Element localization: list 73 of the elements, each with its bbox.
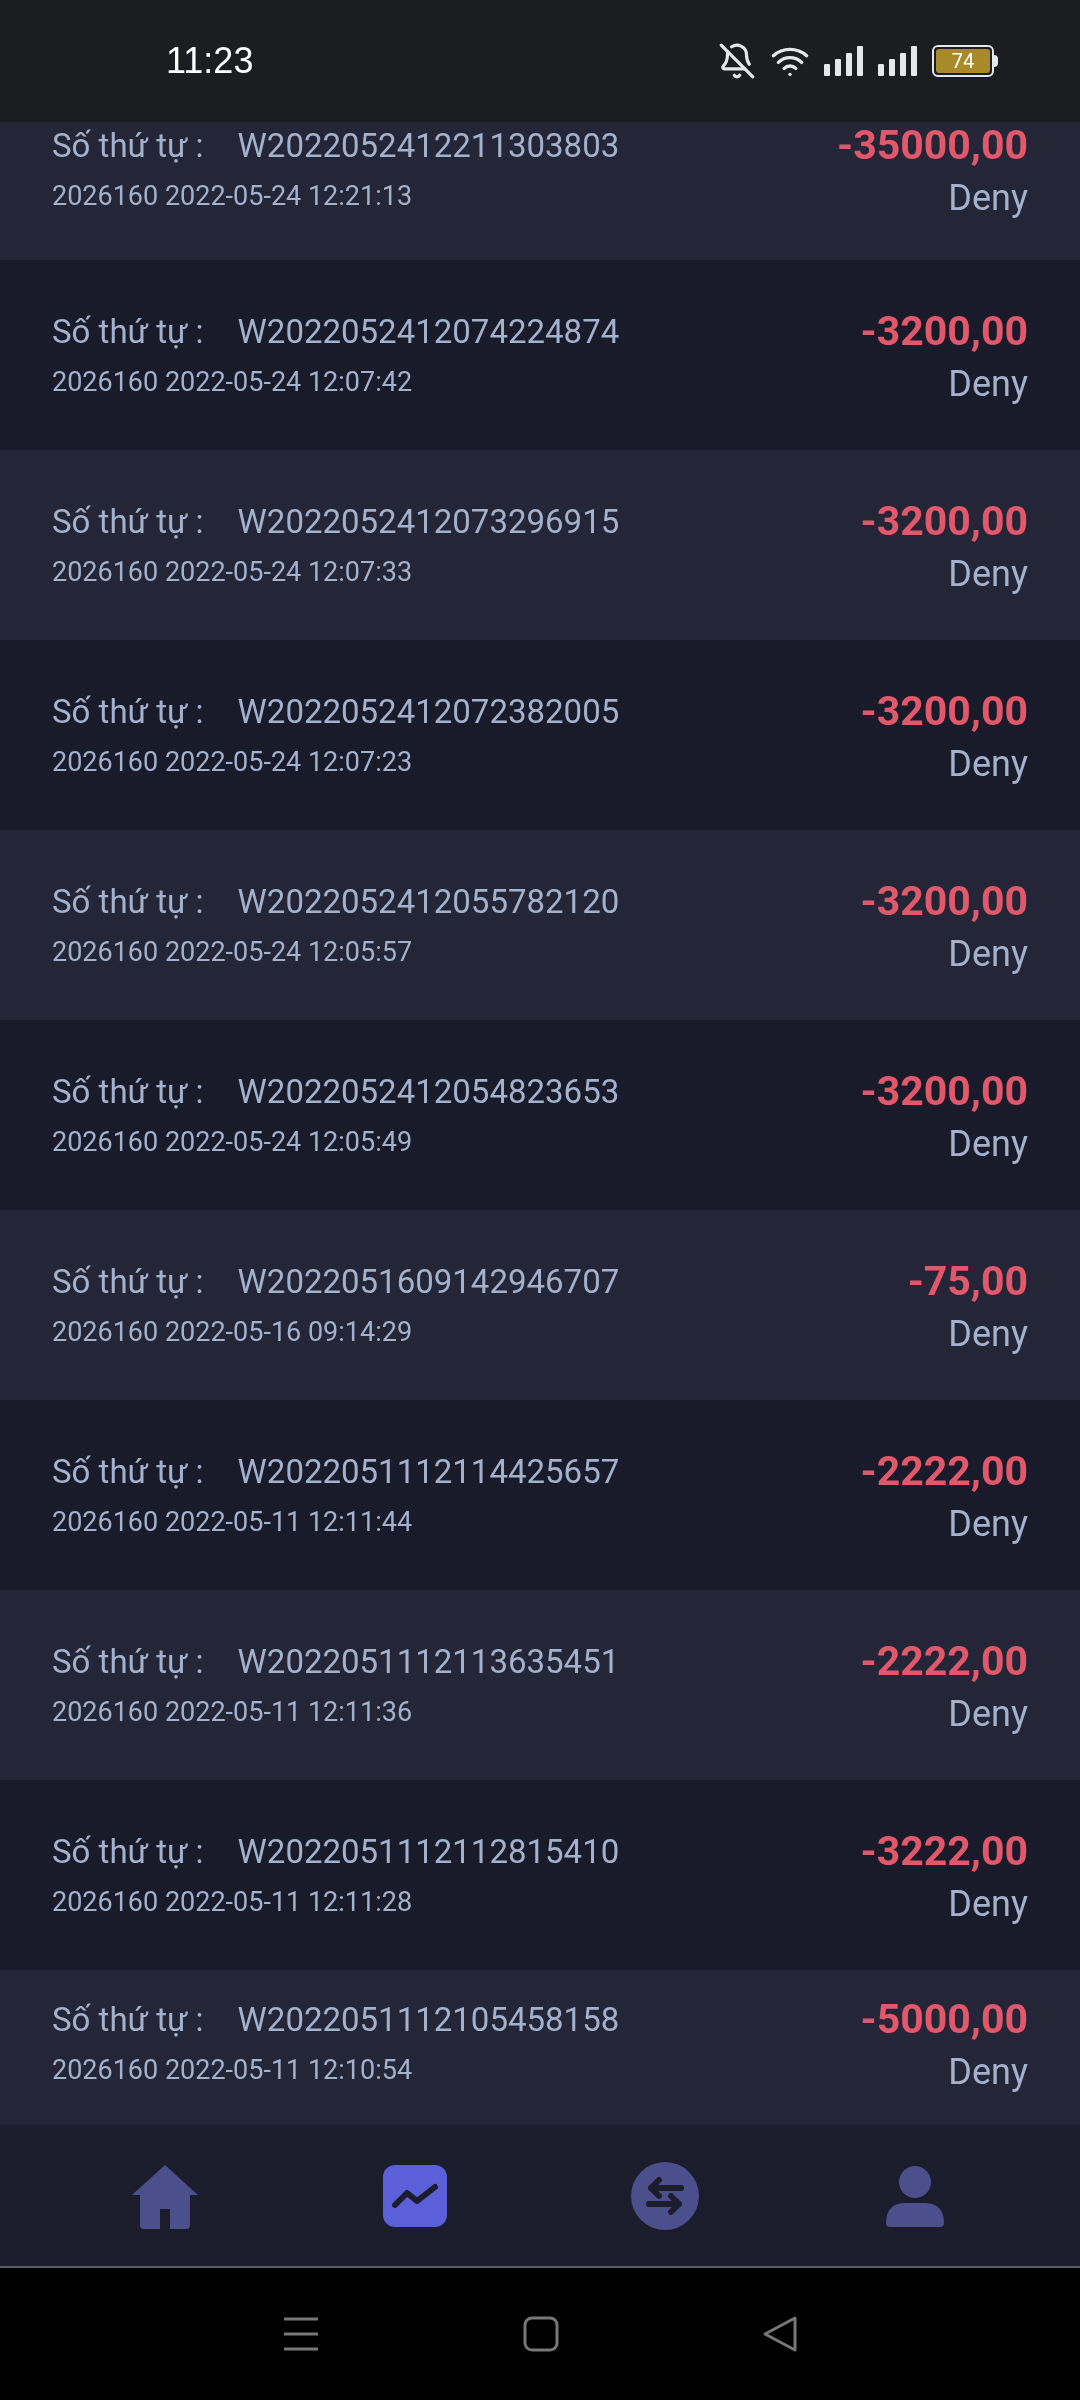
order-label: Số thứ tự : [52,882,204,922]
home-button-icon[interactable] [523,2316,559,2352]
transaction-amount: -3222,00 [860,1826,1028,1876]
transaction-time: 2026160 2022-05-24 12:05:49 [52,1126,414,1158]
order-label: Số thứ tự : [52,312,204,352]
order-label: Số thứ tự : [52,2000,204,2040]
transaction-row[interactable]: Số thứ tự : W2022052412211303803 2026160 2022-05-24 12:21:13 -35000,00 Deny [0,122,1080,260]
chart-icon[interactable] [383,2164,447,2227]
order-label: Số thứ tự : [52,1072,204,1112]
order-number: W2022052412054823653 [237,1072,620,1112]
order-label: Số thứ tự : [52,502,204,542]
transaction-status: Deny [948,1312,1028,1356]
transaction-time: 2026160 2022-05-11 12:11:28 [52,1886,414,1918]
transaction-time: 2026160 2022-05-24 12:07:42 [52,366,414,398]
order-number: W2022051609142946707 [237,1262,620,1302]
profile-icon[interactable] [886,2164,944,2227]
transaction-time: 2026160 2022-05-24 12:07:23 [52,746,414,778]
order-label: Số thứ tự : [52,692,204,732]
battery-level: 74 [951,51,975,71]
order-label: Số thứ tự : [52,126,204,166]
order-label: Số thứ tự : [52,1452,204,1492]
transaction-amount: -5000,00 [860,1994,1028,2044]
order-number: W2022052412055782120 [237,882,620,922]
order-number: W2022052412074224874 [237,312,620,352]
transaction-amount: -35000,00 [837,120,1028,170]
transaction-amount: -3200,00 [860,686,1028,736]
transaction-status: Deny [948,1122,1028,1166]
transaction-status: Deny [948,1502,1028,1546]
order-number: W2022052412211303803 [237,126,620,166]
order-number: W2022051112114425657 [237,1452,620,1492]
transaction-status: Deny [948,176,1028,220]
transaction-amount: -2222,00 [860,1636,1028,1686]
order-number: W2022051112113635451 [237,1642,620,1682]
transaction-time: 2026160 2022-05-24 12:05:57 [52,936,414,968]
menu-icon[interactable] [281,2316,320,2352]
bell-muted-icon [718,42,756,80]
transaction-row[interactable]: Số thứ tự : W2022051112113635451 2026160 2022-05-11 12:11:36 -2222,00 Deny [0,1590,1080,1780]
transaction-amount: -3200,00 [860,306,1028,356]
transaction-status: Deny [948,2050,1028,2094]
transaction-time: 2026160 2022-05-11 12:11:36 [52,1696,414,1728]
transaction-time: 2026160 2022-05-24 12:07:33 [52,556,414,588]
transaction-row[interactable]: Số thứ tự : W2022051112105458158 2026160 2022-05-11 12:10:54 -5000,00 Deny [0,1970,1080,2125]
transaction-row[interactable]: Số thứ tự : W2022052412055782120 2026160 2022-05-24 12:05:57 -3200,00 Deny [0,830,1080,1020]
back-icon[interactable] [762,2315,799,2353]
transaction-status: Deny [948,742,1028,786]
order-number: W2022052412072382005 [237,692,620,732]
order-label: Số thứ tự : [52,1262,204,1302]
signal-icon [824,46,864,76]
exchange-icon[interactable] [631,2161,699,2230]
order-number: W2022052412073296915 [237,502,620,542]
home-icon[interactable] [130,2162,200,2229]
transaction-row[interactable]: Số thứ tự : W2022052412073296915 2026160 2022-05-24 12:07:33 -3200,00 Deny [0,450,1080,640]
order-label: Số thứ tự : [52,1642,204,1682]
transaction-amount: -3200,00 [860,496,1028,546]
order-label: Số thứ tự : [52,1832,204,1872]
order-number: W2022051112105458158 [237,2000,620,2040]
transaction-time: 2026160 2022-05-24 12:21:13 [52,180,414,212]
transaction-status: Deny [948,1692,1028,1736]
transaction-amount: -3200,00 [860,1066,1028,1116]
transaction-time: 2026160 2022-05-11 12:10:54 [52,2054,414,2086]
transaction-row[interactable]: Số thứ tự : W2022051609142946707 2026160 2022-05-16 09:14:29 -75,00 Deny [0,1210,1080,1400]
transaction-status: Deny [948,1882,1028,1926]
signal-icon [878,46,918,76]
transaction-amount: -2222,00 [860,1446,1028,1496]
transaction-status: Deny [948,932,1028,976]
order-number: W2022051112112815410 [237,1832,620,1872]
transaction-amount: -3200,00 [860,876,1028,926]
transaction-time: 2026160 2022-05-16 09:14:29 [52,1316,414,1348]
transaction-amount: -75,00 [907,1256,1028,1306]
status-time: 11:23 [166,39,254,83]
transaction-status: Deny [948,362,1028,406]
transaction-time: 2026160 2022-05-11 12:11:44 [52,1506,414,1538]
transaction-status: Deny [948,552,1028,596]
